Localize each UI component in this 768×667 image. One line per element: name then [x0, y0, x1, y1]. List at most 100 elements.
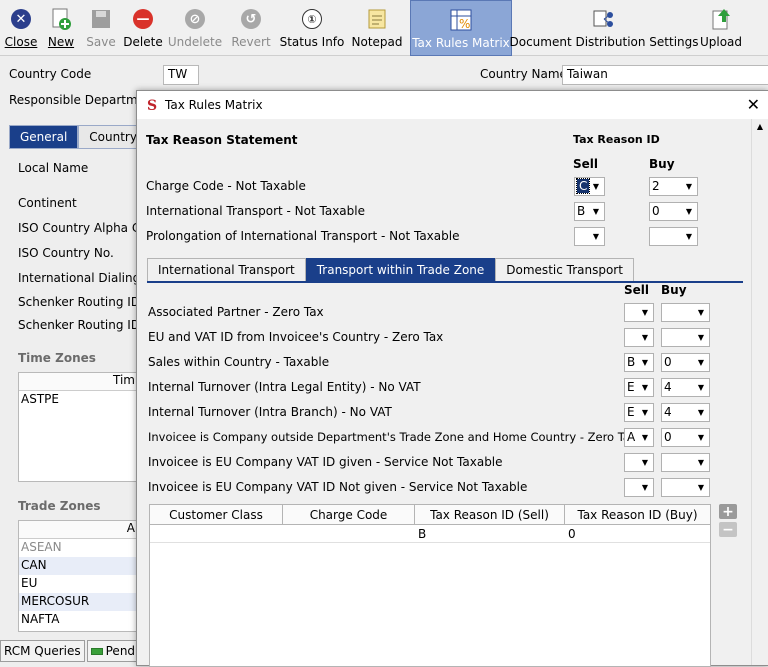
country-name-label: Country Name — [480, 67, 567, 81]
list-item[interactable]: EU — [19, 575, 137, 593]
tab-rcm-queries[interactable]: RCM Queries — [0, 640, 85, 662]
buy-select[interactable]: ▼ — [649, 227, 698, 246]
scroll-up-icon[interactable]: ▲ — [752, 119, 768, 131]
status-info-button[interactable]: ① Status Info — [276, 0, 348, 56]
chevron-down-icon: ▼ — [697, 408, 705, 417]
column-header[interactable]: Tax Reason ID (Sell) — [415, 505, 565, 524]
sell-select[interactable]: ▼ — [624, 328, 654, 347]
close-button[interactable]: ✕ Close — [0, 0, 42, 56]
time-zones-list[interactable]: Tim ASTPE — [18, 372, 138, 482]
statement-label: Sales within Country - Taxable — [148, 355, 330, 369]
sell-select[interactable]: C ▼ — [574, 177, 605, 196]
chevron-down-icon: ▼ — [697, 458, 705, 467]
customer-class-table[interactable]: Customer Class Charge Code Tax Reason ID… — [149, 504, 711, 667]
sell-select[interactable]: A ▼ — [624, 428, 654, 447]
field-label: International Dialing P — [18, 271, 152, 285]
buy-select[interactable]: 4 ▼ — [661, 403, 710, 422]
column-header[interactable]: Charge Code — [283, 505, 415, 524]
sell-select[interactable]: B ▼ — [624, 353, 654, 372]
notepad-label: Notepad — [351, 35, 403, 49]
chevron-down-icon: ▼ — [641, 408, 649, 417]
delete-label: Delete — [123, 35, 163, 49]
undelete-button[interactable]: ⊘ Undelete — [164, 0, 226, 56]
sell-select[interactable]: ▼ — [574, 227, 605, 246]
time-zones-header: Tim — [19, 373, 137, 391]
trade-zones-list[interactable]: A ASEAN CAN EU MERCOSUR NAFTA — [18, 520, 138, 632]
list-item[interactable]: CAN — [19, 557, 137, 575]
transport-tabs: International Transport Transport within… — [147, 258, 634, 282]
info-icon: ① — [302, 9, 322, 29]
dialog-titlebar: S Tax Rules Matrix — [137, 91, 768, 119]
list-item[interactable]: ASEAN — [19, 539, 137, 557]
buy-select[interactable]: 0 ▼ — [661, 353, 710, 372]
buy-select[interactable]: 2 ▼ — [649, 177, 698, 196]
revert-button[interactable]: ↺ Revert — [226, 0, 276, 56]
statement-label: International Transport - Not Taxable — [146, 204, 365, 218]
chevron-down-icon: ▼ — [641, 308, 649, 317]
sell-select[interactable]: E ▼ — [624, 378, 654, 397]
sell-header: Sell — [624, 283, 650, 297]
list-item[interactable]: MERCOSUR — [19, 593, 137, 611]
tab-international-transport[interactable]: International Transport — [147, 258, 306, 282]
new-document-icon — [52, 8, 71, 30]
document-distribution-button[interactable]: Document Distribution Settings — [509, 0, 699, 56]
new-label: New — [47, 35, 75, 49]
new-button[interactable]: New — [42, 0, 80, 56]
add-row-button[interactable]: + — [719, 504, 737, 520]
statement-label: Charge Code - Not Taxable — [146, 179, 306, 193]
chevron-down-icon: ▼ — [641, 483, 649, 492]
close-label: Close — [4, 35, 38, 49]
undelete-icon: ⊘ — [185, 9, 205, 29]
trade-zones-header: A — [19, 521, 137, 539]
table-cell[interactable]: B — [415, 525, 565, 542]
buy-select[interactable]: ▼ — [661, 478, 710, 497]
buy-select[interactable]: ▼ — [661, 453, 710, 472]
country-code-field[interactable]: TW — [163, 65, 199, 85]
sell-select[interactable]: ▼ — [624, 303, 654, 322]
tab-underline — [147, 281, 743, 283]
list-item[interactable]: ASTPE — [19, 391, 137, 407]
upload-button[interactable]: Upload — [696, 0, 746, 56]
tab-domestic-transport[interactable]: Domestic Transport — [495, 258, 634, 282]
undelete-label: Undelete — [167, 35, 223, 49]
tax-reason-id-header: Tax Reason ID — [573, 133, 660, 146]
buy-select[interactable]: ▼ — [661, 303, 710, 322]
buy-select[interactable]: 4 ▼ — [661, 378, 710, 397]
upload-label: Upload — [699, 35, 743, 49]
tab-general[interactable]: General — [9, 125, 79, 149]
sell-select[interactable]: B ▼ — [574, 202, 605, 221]
field-label: ISO Country No. — [18, 246, 114, 260]
table-cell[interactable]: 0 — [565, 525, 710, 542]
buy-select[interactable]: 0 ▼ — [649, 202, 698, 221]
table-cell[interactable] — [283, 525, 415, 542]
statement-label: Associated Partner - Zero Tax — [148, 305, 324, 319]
save-button[interactable]: Save — [80, 0, 122, 56]
list-item[interactable]: NAFTA — [19, 611, 137, 629]
close-icon: ✕ — [11, 9, 31, 29]
column-header[interactable]: Tax Reason ID (Buy) — [565, 505, 710, 524]
buy-select[interactable]: ▼ — [661, 328, 710, 347]
column-header[interactable]: Customer Class — [150, 505, 283, 524]
notepad-button[interactable]: Notepad — [348, 0, 406, 56]
buy-header: Buy — [661, 283, 687, 297]
field-label: Local Name — [18, 161, 89, 175]
sell-select[interactable]: ▼ — [624, 478, 654, 497]
tax-rules-matrix-button[interactable]: % Tax Rules Matrix — [410, 0, 512, 56]
dialog-scrollbar[interactable]: ▲ — [751, 119, 768, 665]
country-name-field[interactable]: Taiwan — [562, 65, 768, 85]
responsible-dept-label: Responsible Departmen — [9, 93, 153, 107]
svg-text:%: % — [459, 17, 470, 31]
delete-button[interactable]: — Delete — [122, 0, 164, 56]
tab-transport-within-trade-zone[interactable]: Transport within Trade Zone — [305, 258, 496, 282]
table-cell[interactable] — [150, 525, 283, 542]
buy-header: Buy — [649, 157, 675, 171]
table-row[interactable]: B 0 — [150, 525, 710, 543]
sell-select[interactable]: E ▼ — [624, 403, 654, 422]
sell-select[interactable]: ▼ — [624, 453, 654, 472]
buy-select[interactable]: 0 ▼ — [661, 428, 710, 447]
statement-label: Internal Turnover (Intra Legal Entity) -… — [148, 380, 421, 394]
close-icon[interactable]: ✕ — [747, 95, 760, 114]
upload-icon — [712, 9, 730, 30]
table-header: Customer Class Charge Code Tax Reason ID… — [150, 505, 710, 525]
remove-row-button[interactable]: − — [719, 522, 737, 538]
